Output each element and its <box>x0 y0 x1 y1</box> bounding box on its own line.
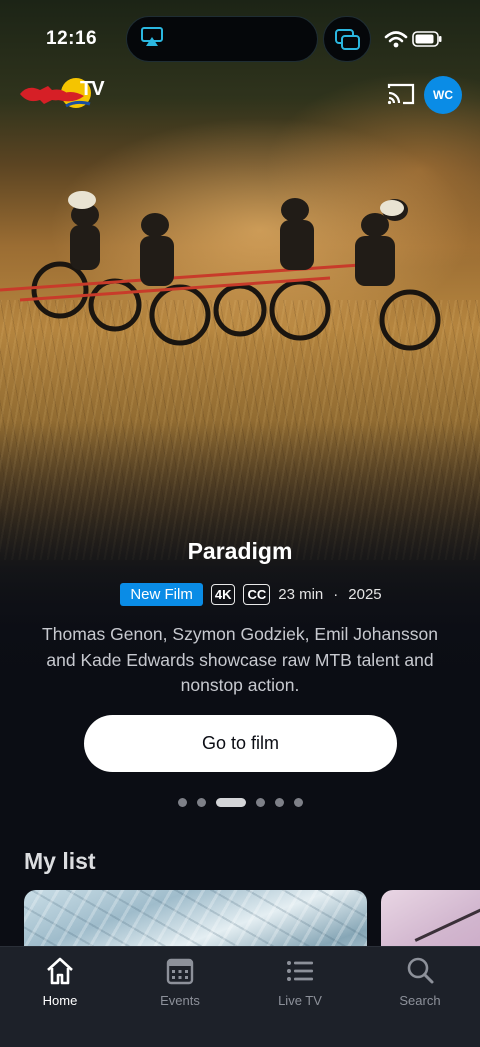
tab-events-label: Events <box>160 993 200 1008</box>
tab-bar: Home Events Live TV Search <box>0 946 480 1047</box>
tab-search-label: Search <box>399 993 441 1008</box>
carousel-dot[interactable] <box>196 797 206 807</box>
screen-mirror-icon <box>335 29 360 50</box>
carousel-dot[interactable] <box>293 797 303 807</box>
tab-events[interactable]: Events <box>120 955 240 1015</box>
captions-badge: CC <box>243 583 271 605</box>
status-time: 12:16 <box>46 28 98 49</box>
my-list-title: My list <box>24 848 96 874</box>
list-icon <box>287 961 313 981</box>
battery-icon <box>412 31 442 47</box>
carousel-indicator[interactable] <box>0 797 480 807</box>
tab-home-label: Home <box>42 993 78 1008</box>
new-film-badge: New Film <box>120 582 203 606</box>
wifi-icon <box>384 31 408 48</box>
profile-avatar[interactable]: WC <box>424 76 462 114</box>
quality-badge: 4K <box>210 583 236 605</box>
status-bar: 12:16 <box>0 0 480 78</box>
search-icon <box>407 957 434 984</box>
carousel-dot[interactable] <box>177 797 187 807</box>
go-to-film-button[interactable]: Go to film <box>84 715 397 772</box>
meta-separator: · <box>333 585 339 603</box>
carousel-dot[interactable] <box>274 797 284 807</box>
tab-live-tv-label: Live TV <box>278 993 322 1008</box>
film-title: Paradigm <box>187 538 293 564</box>
screen-mirror-indicator <box>323 16 371 62</box>
tab-home[interactable]: Home <box>0 955 120 1015</box>
calendar-icon <box>166 958 194 985</box>
film-description: Thomas Genon, Szymon Godziek, Emil Johan… <box>42 624 438 695</box>
logo-tv-text: TV <box>80 78 105 100</box>
film-duration: 23 min <box>278 585 324 603</box>
carousel-dot[interactable] <box>255 797 265 807</box>
tab-live-tv[interactable]: Live TV <box>240 955 360 1015</box>
riders-illustration <box>0 191 441 351</box>
tab-search[interactable]: Search <box>360 955 480 1015</box>
red-bull-tv-logo[interactable]: TV <box>18 76 105 110</box>
airplay-icon <box>141 27 163 46</box>
home-icon <box>47 957 73 985</box>
film-meta: New Film 4K CC 23 min · 2025 <box>0 581 480 607</box>
carousel-dot-active[interactable] <box>215 797 246 807</box>
film-year: 2025 <box>348 585 382 603</box>
cast-icon[interactable] <box>386 82 416 106</box>
